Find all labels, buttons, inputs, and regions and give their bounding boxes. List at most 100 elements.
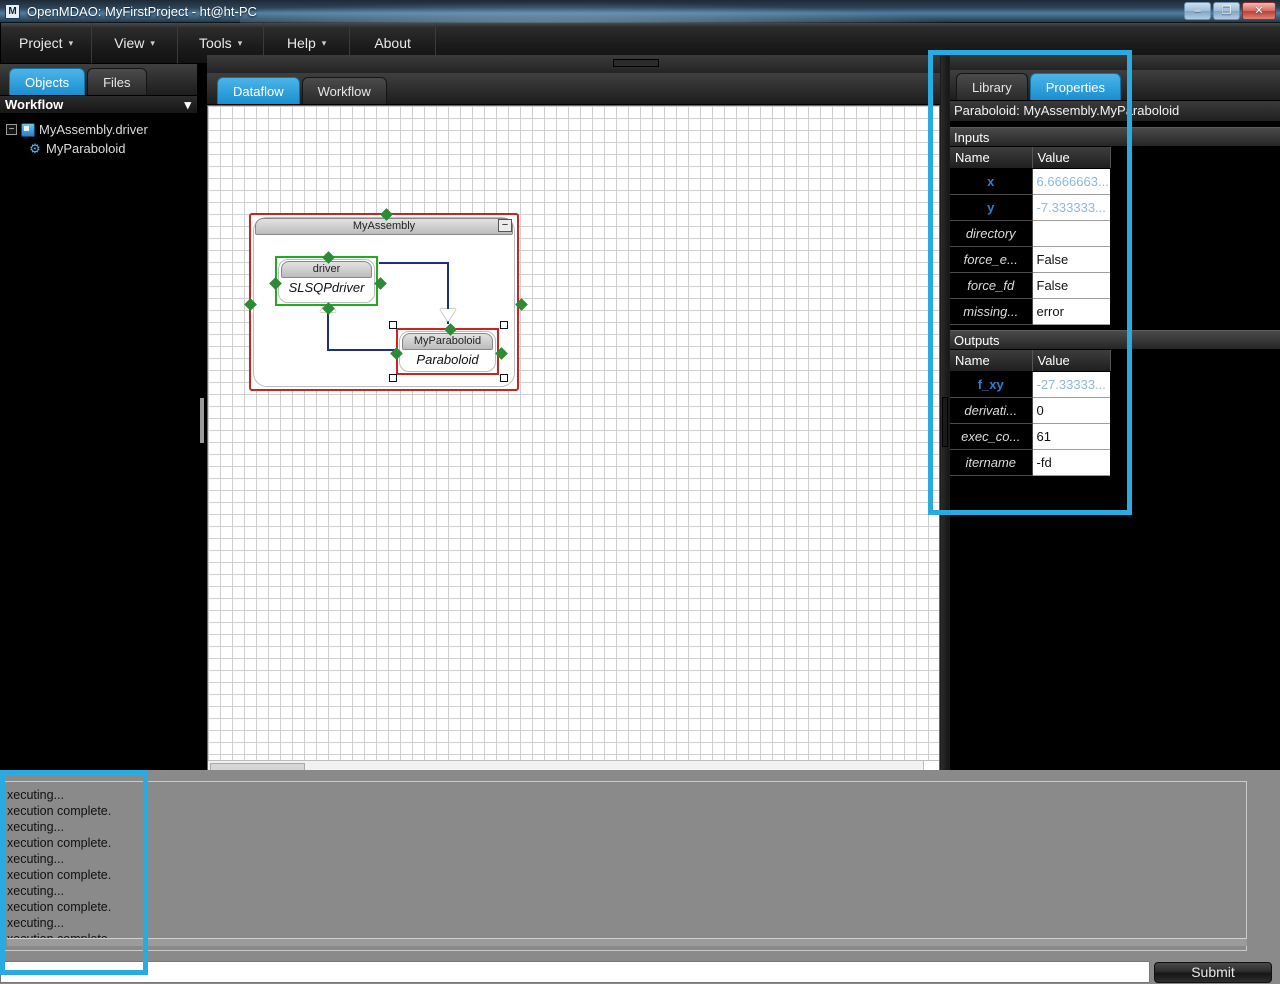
- driver-figure[interactable]: driver SLSQPdriver: [269, 251, 387, 315]
- left-splitter-grip[interactable]: [199, 397, 205, 444]
- tab-properties[interactable]: Properties: [1029, 73, 1121, 100]
- restore-button[interactable]: ❐: [1213, 2, 1240, 20]
- input-value-directory[interactable]: [1032, 220, 1110, 247]
- output-value-itername[interactable]: -fd: [1032, 449, 1110, 476]
- table-row[interactable]: f_xy -27.33333...: [950, 371, 1110, 398]
- inputs-col-name[interactable]: Name: [950, 147, 1033, 169]
- chevron-down-icon: ▾: [321, 37, 327, 48]
- inputs-col-value[interactable]: Value: [1032, 147, 1111, 169]
- console-output[interactable]: xecuting... xecution complete. xecuting.…: [3, 781, 1247, 951]
- menu-item-project[interactable]: Project ▾: [0, 23, 93, 63]
- table-row[interactable]: directory: [950, 220, 1110, 247]
- chevron-down-icon: ▾: [237, 37, 243, 48]
- selection-handle-tr[interactable]: [500, 321, 508, 329]
- output-name-f-xy[interactable]: f_xy: [950, 371, 1033, 398]
- assembly-port-right[interactable]: [515, 298, 528, 311]
- outputs-section-header: Outputs: [950, 330, 1280, 350]
- chevron-down-icon: ▾: [150, 37, 155, 48]
- workflow-section-header[interactable]: Workflow ▾: [0, 96, 197, 114]
- minimize-button[interactable]: –: [1184, 2, 1211, 20]
- command-input[interactable]: [0, 961, 1150, 983]
- output-name-exec-count[interactable]: exec_co...: [950, 423, 1033, 450]
- gear-icon: ⚙: [29, 140, 41, 156]
- left-panel: Objects Files Workflow ▾ − MyAssembly.dr…: [0, 64, 197, 770]
- input-value-missing-deriv-policy[interactable]: error: [1032, 298, 1110, 325]
- table-row[interactable]: exec_co... 61: [950, 423, 1110, 450]
- link-paraboloid-to-driver-h: [327, 349, 395, 351]
- chevron-down-icon: ▾: [184, 96, 191, 112]
- output-value-derivative-exec-count[interactable]: 0: [1032, 397, 1110, 424]
- tree-item-label: MyAssembly.driver: [39, 122, 148, 137]
- link-driver-to-paraboloid-h: [379, 262, 449, 264]
- top-splitter[interactable]: [207, 55, 940, 73]
- submit-button[interactable]: Submit: [1154, 961, 1272, 983]
- selection-handle-bl[interactable]: [389, 374, 397, 382]
- dataflow-canvas[interactable]: MyAssembly − driver SLSQPdriver MyParabo…: [208, 106, 939, 815]
- output-value-f-xy[interactable]: -27.33333...: [1032, 371, 1110, 398]
- table-row[interactable]: force_fd False: [950, 272, 1110, 299]
- right-panel-tabs: Library Properties: [950, 70, 1280, 101]
- top-splitter-grip[interactable]: [613, 59, 659, 67]
- table-row[interactable]: x 6.6666663...: [950, 168, 1110, 195]
- collapse-toggle-icon[interactable]: −: [6, 124, 17, 135]
- input-name-force-execute[interactable]: force_e...: [950, 246, 1033, 273]
- right-splitter-grip[interactable]: [942, 397, 948, 447]
- input-name-directory[interactable]: directory: [950, 220, 1033, 247]
- menu-item-tools-label: Tools: [199, 35, 232, 51]
- outputs-col-value[interactable]: Value: [1032, 350, 1111, 372]
- window-controls: – ❐ ✕: [1184, 2, 1276, 20]
- console-area: xecuting... xecution complete. xecuting.…: [0, 778, 1280, 960]
- output-name-itername[interactable]: itername: [950, 449, 1033, 476]
- assembly-figure[interactable]: MyAssembly − driver SLSQPdriver MyParabo…: [244, 208, 528, 391]
- tree-item-myparaboloid[interactable]: ⚙ MyParaboloid: [6, 139, 197, 158]
- left-splitter[interactable]: [197, 64, 207, 770]
- center-panel: Dataflow Workflow MyAssembly − driver SL…: [207, 55, 940, 815]
- inputs-table: Name Value x 6.6666663... y -7.333333...…: [950, 147, 1111, 325]
- inputs-table-header-row: Name Value: [950, 147, 1111, 169]
- table-row[interactable]: y -7.333333...: [950, 194, 1110, 221]
- table-row[interactable]: force_e... False: [950, 246, 1110, 273]
- assembly-title: MyAssembly: [255, 218, 513, 235]
- outputs-col-name[interactable]: Name: [950, 350, 1033, 372]
- input-name-force-fd[interactable]: force_fd: [950, 272, 1033, 299]
- output-value-exec-count[interactable]: 61: [1032, 423, 1110, 450]
- table-row[interactable]: itername -fd: [950, 449, 1110, 476]
- menu-item-view[interactable]: View ▾: [92, 23, 179, 63]
- input-value-y[interactable]: -7.333333...: [1032, 194, 1110, 221]
- right-splitter[interactable]: [940, 55, 950, 777]
- table-row[interactable]: missing... error: [950, 298, 1110, 325]
- input-value-force-execute[interactable]: False: [1032, 246, 1110, 273]
- arrowhead-into-paraboloid: [440, 309, 456, 322]
- tab-library[interactable]: Library: [956, 73, 1028, 100]
- input-name-x[interactable]: x: [950, 168, 1033, 195]
- object-tree: − MyAssembly.driver ⚙ MyParaboloid: [0, 114, 197, 158]
- table-row[interactable]: derivati... 0: [950, 397, 1110, 424]
- window-title: OpenMDAO: MyFirstProject - ht@ht-PC: [27, 3, 257, 19]
- assembly-collapse-button[interactable]: −: [498, 219, 512, 232]
- input-value-x[interactable]: 6.6666663...: [1032, 168, 1110, 195]
- paraboloid-subtitle: Paraboloid: [416, 352, 479, 367]
- tree-item-label: MyParaboloid: [46, 141, 126, 156]
- input-value-force-fd[interactable]: False: [1032, 272, 1110, 299]
- input-name-y[interactable]: y: [950, 194, 1033, 221]
- console-horizontal-scrollbar[interactable]: [7, 938, 1247, 946]
- assembly-icon: [21, 122, 35, 137]
- right-panel-topbar: [950, 55, 1280, 70]
- right-panel: Library Properties Paraboloid: MyAssembl…: [950, 55, 1280, 777]
- tab-workflow[interactable]: Workflow: [301, 77, 387, 104]
- tab-dataflow[interactable]: Dataflow: [217, 77, 300, 104]
- selection-handle-br[interactable]: [500, 374, 508, 382]
- tab-files[interactable]: Files: [87, 68, 147, 95]
- bottom-splitter[interactable]: [0, 770, 1280, 778]
- paraboloid-figure[interactable]: MyParaboloid Paraboloid: [389, 321, 508, 382]
- left-panel-tabs: Objects Files: [0, 64, 197, 96]
- tree-item-myassembly-driver[interactable]: − MyAssembly.driver: [6, 120, 197, 139]
- input-name-missing-deriv-policy[interactable]: missing...: [950, 298, 1033, 325]
- dataflow-canvas-wrapper: MyAssembly − driver SLSQPdriver MyParabo…: [207, 105, 940, 815]
- close-button[interactable]: ✕: [1242, 2, 1276, 20]
- driver-title: driver: [281, 261, 372, 278]
- output-name-derivative-exec-count[interactable]: derivati...: [950, 397, 1033, 424]
- tab-objects[interactable]: Objects: [9, 68, 86, 95]
- selection-handle-tl[interactable]: [389, 321, 397, 329]
- window-title-bar: M OpenMDAO: MyFirstProject - ht@ht-PC – …: [0, 0, 1280, 23]
